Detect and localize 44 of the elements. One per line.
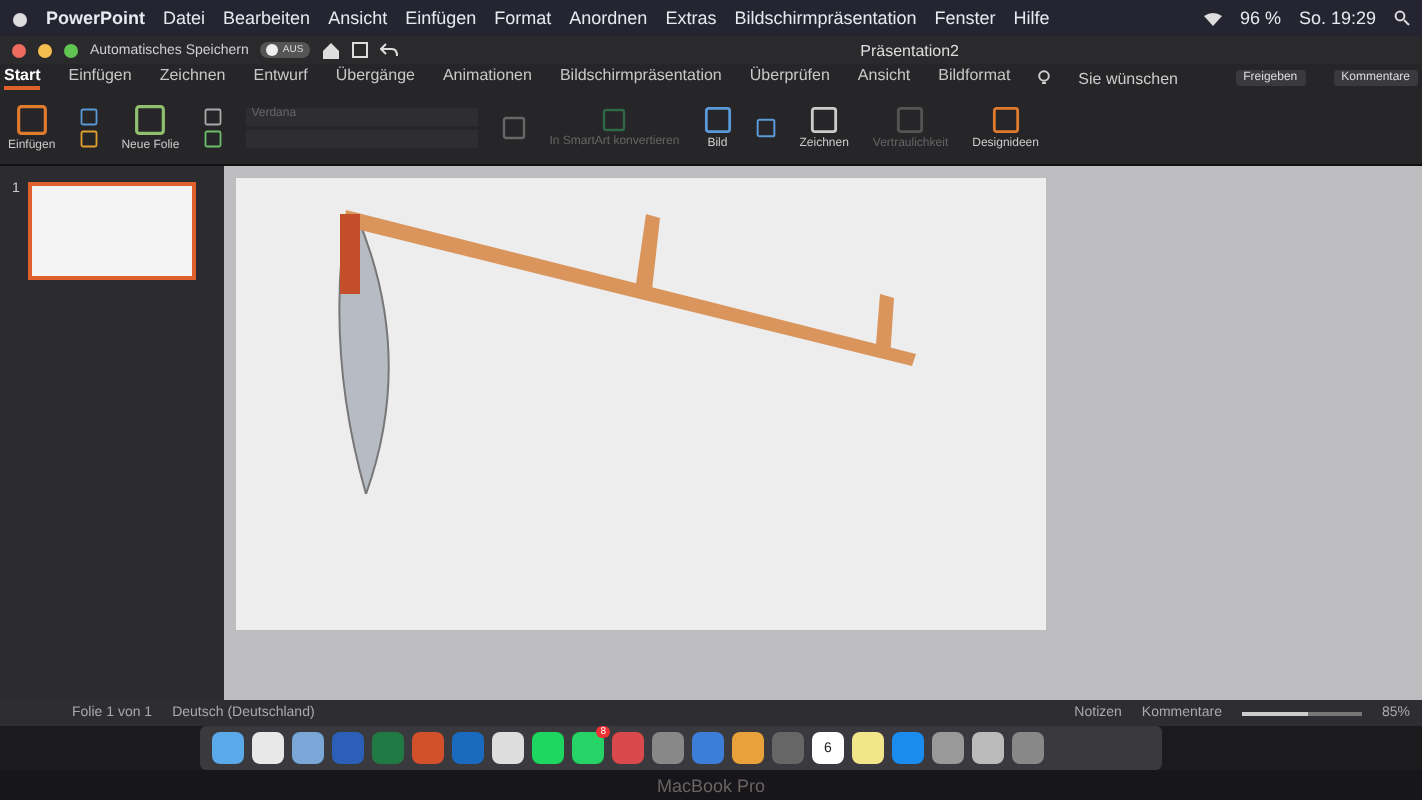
- dock-app-icon[interactable]: [972, 732, 1004, 764]
- wifi-icon[interactable]: [1203, 11, 1222, 25]
- ribbon-tab[interactable]: Ansicht: [857, 66, 911, 90]
- menu-item[interactable]: Format: [494, 8, 552, 28]
- menu-item[interactable]: Bildschirmpräsentation: [734, 8, 917, 28]
- close-button[interactable]: [12, 43, 26, 57]
- ribbon-tab[interactable]: Bildschirmpräsentation: [559, 66, 722, 90]
- battery-reading: 96 %: [1239, 8, 1281, 28]
- ribbon-tab[interactable]: Bildformat: [938, 66, 1011, 90]
- dock-app-icon[interactable]: [932, 732, 964, 764]
- dock-app-icon[interactable]: [532, 732, 564, 764]
- slide-thumbnail[interactable]: [27, 182, 196, 280]
- ribbon-tab[interactable]: Überprüfen: [749, 66, 830, 90]
- home-icon[interactable]: [321, 41, 340, 59]
- ribbon-tab[interactable]: Übergänge: [335, 66, 415, 90]
- dock-app-icon[interactable]: [492, 732, 524, 764]
- lightbulb-icon: [1038, 70, 1051, 86]
- menu-item[interactable]: Bearbeiten: [223, 8, 311, 28]
- menu-item[interactable]: Extras: [665, 8, 717, 28]
- minimize-button[interactable]: [38, 43, 52, 57]
- clock: So. 19:29: [1298, 8, 1376, 28]
- app-menu[interactable]: PowerPoint: [46, 8, 146, 28]
- menu-item[interactable]: Datei: [163, 8, 206, 28]
- zoom-button[interactable]: [64, 43, 78, 57]
- tell-me-field[interactable]: Sie wünschen: [1078, 69, 1178, 87]
- menu-item[interactable]: Ansicht: [328, 8, 388, 28]
- ribbon-tab[interactable]: Zeichnen: [159, 66, 226, 90]
- menu-item[interactable]: Fenster: [934, 8, 996, 28]
- menu-item[interactable]: Hilfe: [1013, 8, 1050, 28]
- dock-app-icon[interactable]: [292, 732, 324, 764]
- menu-item[interactable]: Einfügen: [405, 8, 477, 28]
- ribbon-tab[interactable]: Entwurf: [253, 66, 308, 90]
- save-icon[interactable]: [351, 42, 368, 58]
- ribbon-tab[interactable]: Animationen: [442, 66, 532, 90]
- dock-app-icon[interactable]: [732, 732, 764, 764]
- window-title: Präsentation2: [858, 41, 962, 59]
- ribbon-tab[interactable]: Einfügen: [68, 66, 132, 90]
- dock-app-icon[interactable]: [212, 732, 244, 764]
- search-icon[interactable]: [1394, 10, 1410, 26]
- laptop-brand-label: MacBook Pro: [656, 775, 766, 795]
- dock-app-icon[interactable]: [852, 732, 884, 764]
- undo-icon[interactable]: [379, 42, 398, 58]
- menu-item[interactable]: Anordnen: [569, 8, 648, 28]
- dock-app-icon[interactable]: [252, 732, 284, 764]
